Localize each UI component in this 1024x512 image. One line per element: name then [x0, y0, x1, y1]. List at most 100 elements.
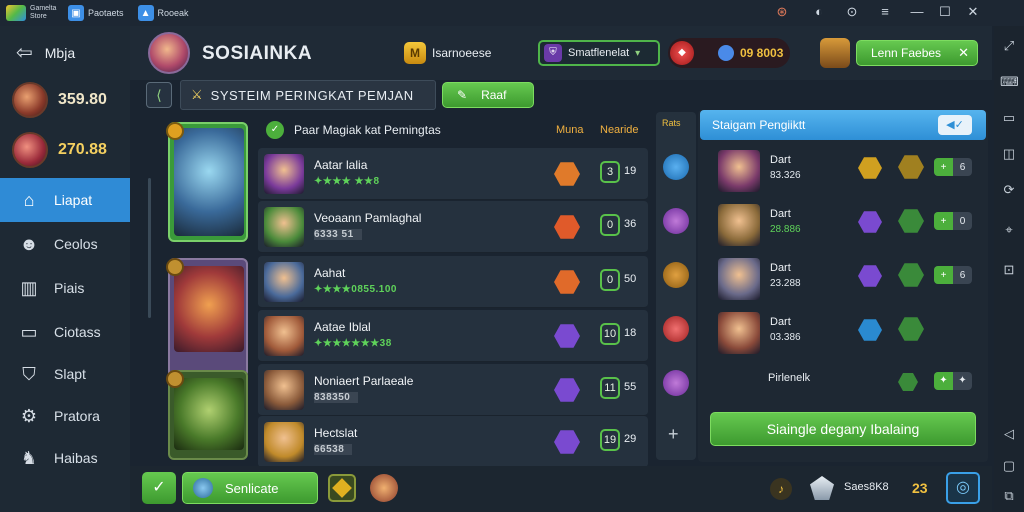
submit-ranking-button[interactable]: Siaingle degany Ibalaing	[710, 412, 976, 446]
player-name: Aahat	[314, 266, 346, 280]
rank-box: 10	[600, 323, 620, 345]
app-tab-2[interactable]: ▣ Paotaets	[68, 5, 124, 21]
sidebar-item-shield[interactable]: ⛉ Slapt	[0, 352, 130, 396]
keyboard-icon[interactable]: ⌨	[1000, 74, 1019, 92]
player-name: Aatae Iblal	[314, 320, 371, 334]
maximize-icon[interactable]: ☐	[936, 4, 954, 20]
sidebar-item-folder[interactable]: ▭ Ciotass	[0, 310, 130, 354]
rank-medal-icon	[166, 258, 184, 276]
player-avatar	[264, 370, 304, 410]
rank-box: 0	[600, 214, 620, 236]
close-icon[interactable]: ✕	[958, 45, 969, 61]
player-level: 19	[624, 165, 637, 177]
fire-icon[interactable]	[663, 316, 689, 342]
list-item[interactable]: Dart 23.288 +6	[718, 258, 978, 308]
magic-icon[interactable]	[663, 208, 689, 234]
section-bar: ⟨ ⚔ SYSTEIM PERINGKAT PEMJAN ✎ Raaf	[140, 80, 990, 110]
check-icon: ✓	[266, 121, 284, 139]
collapse-icon[interactable]: ⟨	[146, 82, 172, 108]
app-tab-3[interactable]: ▲ Rooeak	[137, 5, 189, 21]
player-stat-2[interactable]: 270.88	[12, 132, 107, 168]
close-icon[interactable]: ✕	[964, 4, 982, 20]
app-tab-label: Paotaets	[88, 8, 124, 18]
player-avatar	[718, 150, 760, 192]
theme-icon[interactable]: ◐	[810, 4, 828, 19]
minimize-icon[interactable]: —	[908, 4, 926, 19]
category-column: Rats +	[656, 112, 696, 460]
table-row[interactable]: Aatae Iblal ✦★★★★★★38 10 18	[258, 310, 648, 362]
record-icon[interactable]: ◫	[1000, 146, 1018, 164]
horse-icon: ♞	[20, 447, 38, 468]
hero-card[interactable]	[166, 258, 248, 378]
sidebar-item-home[interactable]: ⌂ Liapat	[0, 178, 130, 222]
home-icon[interactable]: ▢	[1000, 458, 1018, 476]
home-icon: ⌂	[23, 189, 35, 210]
sword-icon[interactable]	[663, 262, 689, 288]
water-icon[interactable]	[663, 154, 689, 180]
gem-icon[interactable]	[663, 370, 689, 396]
hero-avatar[interactable]	[148, 32, 190, 74]
recent-apps-icon[interactable]: ⧉	[1000, 488, 1018, 506]
app-tab-store[interactable]: Gamelta Store	[6, 5, 60, 21]
player-name: Aatar lalia	[314, 158, 368, 172]
table-row[interactable]: Aahat ✦★★★0855.100 0 50	[258, 256, 648, 308]
back-arrow-icon[interactable]: ⇦	[16, 40, 33, 65]
home-app-icon: ▲	[137, 5, 154, 21]
counter-control[interactable]: +6	[934, 158, 972, 176]
back-icon[interactable]: ◁	[1000, 426, 1018, 444]
pet-icon[interactable]	[820, 38, 850, 68]
player-stat-1[interactable]: 359.80	[12, 82, 107, 118]
toggle-control[interactable]: ✦ ✦	[934, 372, 972, 390]
resource-value: 23	[912, 480, 928, 496]
player-level: 36	[624, 218, 637, 230]
sidebar-item-settings[interactable]: ⚙ Pratora	[0, 394, 130, 438]
hero-card[interactable]	[166, 370, 248, 460]
pencil-icon: ✎	[457, 88, 468, 102]
record-icon[interactable]: ⊛	[773, 4, 791, 20]
player-score: 6333 51	[314, 229, 362, 240]
character-icon[interactable]	[370, 474, 398, 502]
action-button[interactable]: Lenn Faebes ✕	[856, 40, 978, 66]
hero-card[interactable]	[166, 122, 248, 242]
scrollbar[interactable]	[148, 178, 151, 318]
sword-icon: ⚔	[191, 87, 203, 102]
location-icon[interactable]: ⌖	[1000, 222, 1018, 240]
bottom-action-button[interactable]: Senlicate	[182, 472, 318, 504]
sidebar-item-stats[interactable]: ▥ Piais	[0, 266, 130, 310]
increment-icon: +	[934, 158, 953, 176]
list-item[interactable]: Dart 83.326 +6	[718, 150, 978, 200]
counter-control[interactable]: +6	[934, 266, 972, 284]
bottom-action-label: Senlicate	[225, 480, 279, 496]
rank-emblem-icon	[554, 324, 580, 348]
counter-control[interactable]: +0	[934, 212, 972, 230]
table-row[interactable]: Aatar lalia ✦★★★ ★★8 3 19	[258, 148, 648, 200]
sidebar-item-horse[interactable]: ♞ Haibas	[0, 436, 130, 480]
location-icon[interactable]: ⊙	[843, 4, 861, 20]
player-avatar	[718, 258, 760, 300]
menu-icon[interactable]: ≡	[876, 4, 894, 19]
list-item[interactable]: Dart 03.386	[718, 312, 978, 362]
fullscreen-icon[interactable]: ⤢	[1000, 38, 1018, 56]
sidebar-header[interactable]: ⇦ Mbja	[16, 40, 75, 65]
apk-icon[interactable]: ⊡	[1000, 262, 1018, 280]
sidebar-item-people[interactable]: ☻ Ceolos	[0, 222, 130, 266]
mode-dropdown[interactable]: ⛨ Smatflenelat ▾	[538, 40, 660, 66]
add-icon[interactable]: +	[668, 424, 679, 445]
title-bar: Gamelta Store ▣ Paotaets ▲ Rooeak ⊛ ◐ ⊙ …	[0, 0, 1024, 26]
list-item[interactable]: Dart 28.886 +0	[718, 204, 978, 254]
bell-icon[interactable]: ♪	[770, 478, 792, 500]
window-icon: ▣	[68, 5, 84, 21]
table-row[interactable]: Veoaann Pamlaghal 6333 51 0 36	[258, 201, 648, 253]
filter-button[interactable]: ✎ Raaf	[442, 82, 534, 108]
pin-icon[interactable]: ◀✓	[938, 115, 972, 135]
shake-icon[interactable]: ⟳	[1000, 182, 1018, 200]
rank-medal-icon	[166, 370, 184, 388]
table-row[interactable]: Noniaert Parlaeale 838350 11 55	[258, 364, 648, 416]
badge-icon[interactable]	[328, 474, 356, 502]
confirm-icon[interactable]: ✓	[142, 472, 176, 504]
screenshot-icon[interactable]: ▭	[1000, 110, 1018, 128]
class-emblem-icon	[858, 265, 882, 287]
toggle-on-icon: ✦	[934, 372, 953, 390]
table-row[interactable]: Hectslat 66538 19 29	[258, 416, 648, 468]
chat-icon[interactable]: ◎	[946, 472, 980, 504]
